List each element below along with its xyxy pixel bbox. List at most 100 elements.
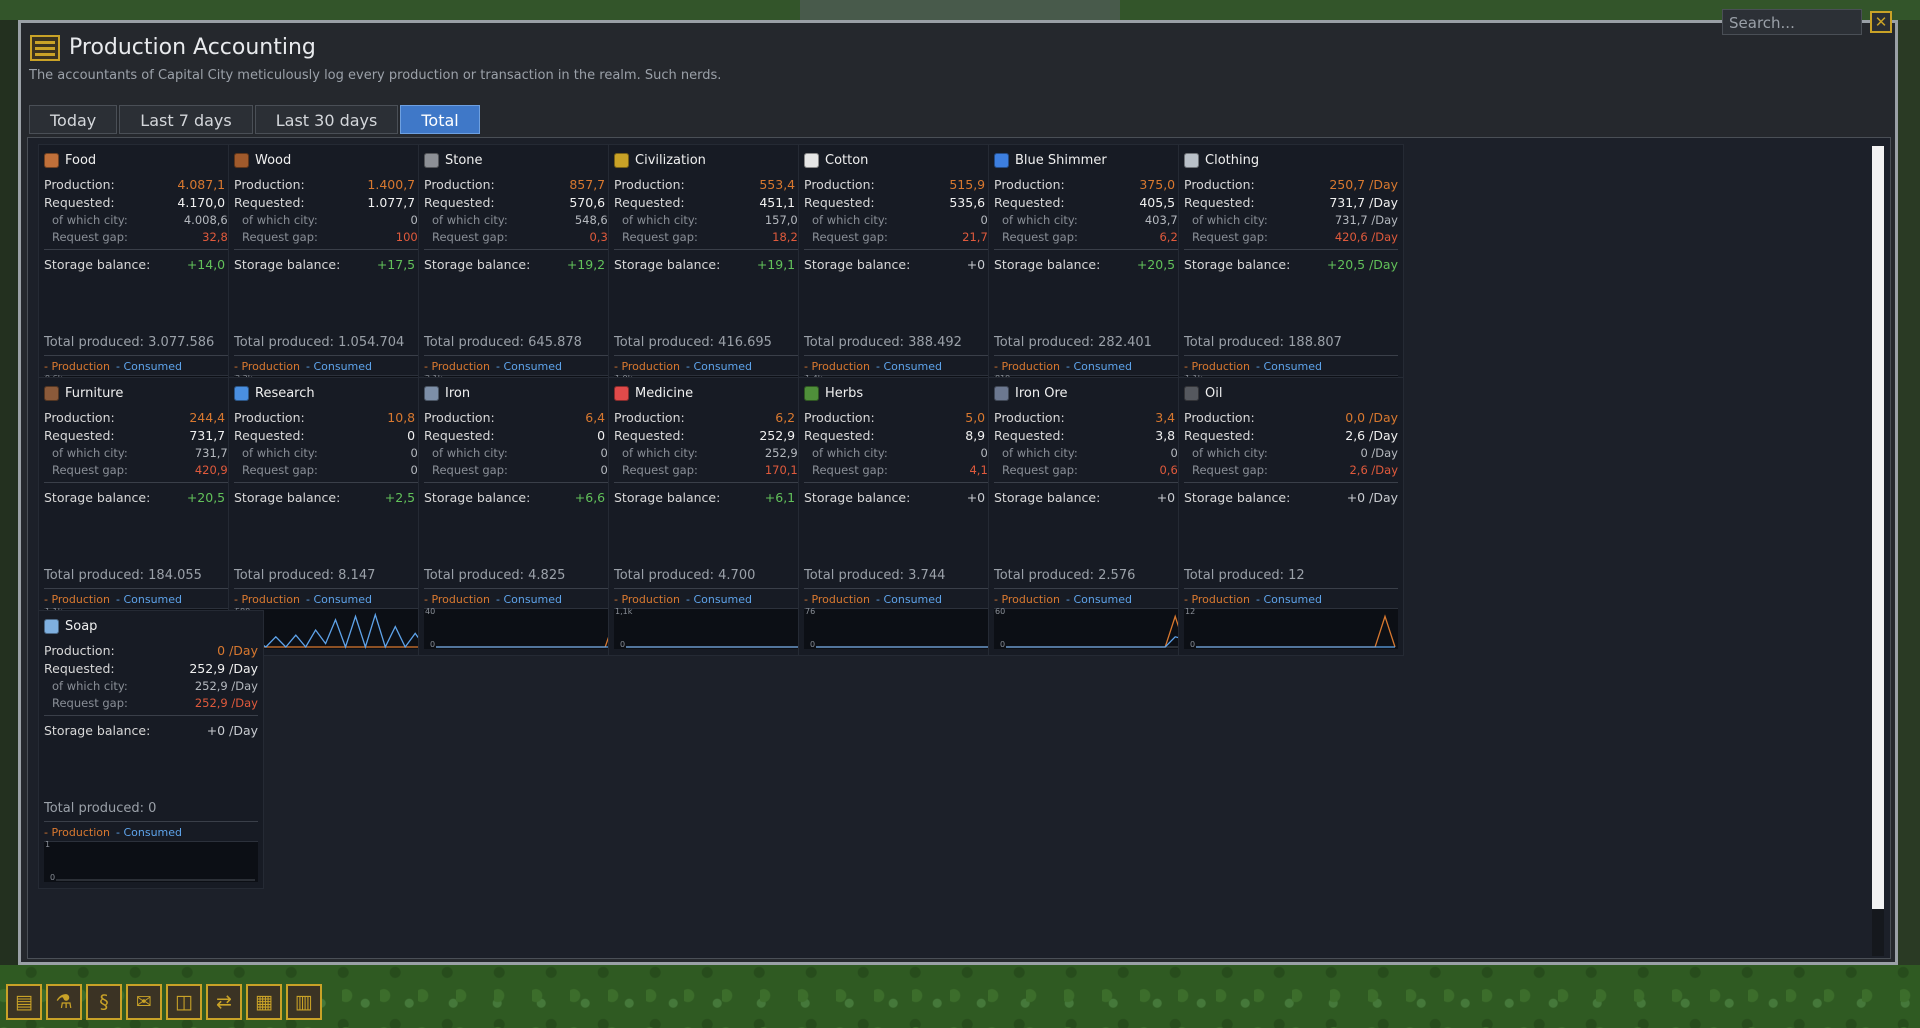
production-value: 250,7 /Day — [1329, 177, 1398, 192]
history-chart: 40 0 — [424, 607, 638, 649]
total-produced: Total produced: 282.401 — [994, 335, 1152, 350]
production-row: Production: 553,4 /Day — [614, 177, 828, 194]
civilization-icon — [614, 152, 629, 168]
resource-card-soap: Soap Production: 0 /Day Requested: 252,9 /Da… — [38, 610, 264, 889]
trade-icon[interactable]: ⇄ — [206, 984, 242, 1020]
requested-label: Requested: — [234, 195, 305, 210]
scrollbar[interactable] — [1872, 146, 1884, 956]
chart-y-zero: 0 — [50, 873, 56, 882]
legend-consumed: - Consumed — [496, 593, 563, 606]
request-gap-label: Request gap: — [1192, 230, 1268, 244]
resource-grid[interactable]: Food Production: 4.087,1 /Day Requested: 4.1… — [27, 137, 1891, 959]
legend-consumed: - Consumed — [1256, 593, 1323, 606]
production-label: Production: — [44, 410, 115, 425]
request-gap-row: Request gap: 420,6 /Day — [1192, 230, 1398, 247]
divider — [424, 355, 638, 356]
requested-row: Requested: 252,9 /Day — [44, 661, 258, 678]
accounting-icon[interactable]: ▤ — [6, 984, 42, 1020]
legend-consumed: - Consumed — [876, 360, 943, 373]
storage-balance-row: Storage balance:+0 /Day — [994, 490, 1208, 507]
divider — [1184, 588, 1398, 589]
close-icon[interactable]: ✕ — [1870, 11, 1892, 33]
total-produced: Total produced: 3.744 — [804, 568, 946, 583]
requested-value: 731,7 /Day — [1329, 195, 1398, 210]
production-label: Production: — [804, 177, 875, 192]
requested-label: Requested: — [424, 195, 495, 210]
storage-balance-label: Storage balance: — [614, 257, 721, 272]
requested-label: Requested: — [44, 428, 115, 443]
divider — [1184, 355, 1398, 356]
storage-balance-row: Storage balance: +19,1 /Day — [614, 257, 828, 274]
tab-last-30-days[interactable]: Last 30 days — [254, 105, 399, 134]
request-gap-label: Request gap: — [432, 463, 508, 477]
tab-total[interactable]: Total — [400, 105, 480, 134]
storage-balance-row: Storage balance: +2,5 /Day — [234, 490, 448, 507]
table-icon[interactable]: ▦ — [246, 984, 282, 1020]
legend-consumed: - Consumed — [876, 593, 943, 606]
storage-balance-label: Storage balance: — [234, 257, 341, 272]
total-produced: Total produced: 0 — [44, 801, 157, 816]
of-which-city-label: of which city: — [242, 213, 318, 227]
production-row: Production: 515,9 /Day — [804, 177, 1018, 194]
divider — [614, 482, 828, 483]
production-row: Production:6,2 /Day — [614, 410, 828, 427]
map-edge-left — [0, 20, 18, 965]
total-produced: Total produced: 388.492 — [804, 335, 962, 350]
of-which-city-label: of which city: — [52, 213, 128, 227]
consumed-line — [816, 617, 1016, 648]
resource-header: Medicine — [614, 384, 693, 402]
chart-legend: - Production - Consumed — [44, 360, 182, 373]
production-row: Production:5,0 /Day — [804, 410, 1018, 427]
chart-y-max: 1 — [45, 840, 51, 849]
resource-header: Blue Shimmer — [994, 151, 1107, 169]
top-banner — [800, 0, 1120, 22]
ledger-icon[interactable]: § — [86, 984, 122, 1020]
divider — [994, 482, 1208, 483]
storage-balance-label: Storage balance: — [234, 490, 341, 505]
requested-label: Requested: — [614, 195, 685, 210]
resource-name: Research — [255, 385, 315, 401]
of-which-city-row: of which city: 0 /Day — [1192, 446, 1398, 463]
stats-icon[interactable]: ▥ — [286, 984, 322, 1020]
of-which-city-row: of which city: 731,7 /Day — [1192, 213, 1398, 230]
storage-balance-row: Storage balance: +19,2 /Day — [424, 257, 638, 274]
history-chart: 76 0 — [804, 607, 1018, 649]
search-input[interactable]: Search... — [1722, 9, 1862, 35]
resource-header: Stone — [424, 151, 483, 169]
resource-name: Furniture — [65, 385, 124, 401]
divider — [804, 355, 1018, 356]
storage-balance-label: Storage balance: — [804, 490, 911, 505]
production-line — [1006, 614, 1205, 648]
request-gap-label: Request gap: — [52, 230, 128, 244]
production-row: Production: 244,4 /Day — [44, 410, 258, 427]
research-flask-icon[interactable]: ⚗ — [46, 984, 82, 1020]
resource-header: Soap — [44, 617, 97, 635]
production-line — [436, 617, 636, 648]
total-produced: Total produced: 184.055 — [44, 568, 202, 583]
mail-icon[interactable]: ✉ — [126, 984, 162, 1020]
legend-consumed: - Consumed — [1256, 360, 1323, 373]
chart-legend: - Production - Consumed — [424, 360, 562, 373]
map-icon[interactable]: ◫ — [166, 984, 202, 1020]
cotton-icon — [804, 152, 819, 168]
legend-consumed: - Consumed — [116, 360, 183, 373]
total-produced: Total produced: 2.576 — [994, 568, 1136, 583]
tab-today[interactable]: Today — [29, 105, 118, 134]
scrollbar-thumb[interactable] — [1872, 146, 1884, 909]
of-which-city-label: of which city: — [812, 446, 888, 460]
of-which-city-label: of which city: — [622, 446, 698, 460]
chart-legend: - Production - Consumed — [1184, 360, 1322, 373]
tab-last-7-days[interactable]: Last 7 days — [119, 105, 253, 134]
chart-plot — [1196, 614, 1396, 648]
research-icon — [234, 385, 249, 401]
herbs-icon — [804, 385, 819, 401]
production-label: Production: — [994, 177, 1065, 192]
production-row: Production:10,8 /Day — [234, 410, 448, 427]
requested-value: 2,6 /Day — [1345, 428, 1398, 443]
furniture-icon — [44, 385, 59, 401]
chart-legend: - Production - Consumed — [424, 593, 562, 606]
legend-production: - Production — [994, 360, 1060, 373]
resource-header: Iron Ore — [994, 384, 1068, 402]
chart-plot — [1006, 614, 1205, 648]
storage-balance-label: Storage balance: — [994, 490, 1101, 505]
